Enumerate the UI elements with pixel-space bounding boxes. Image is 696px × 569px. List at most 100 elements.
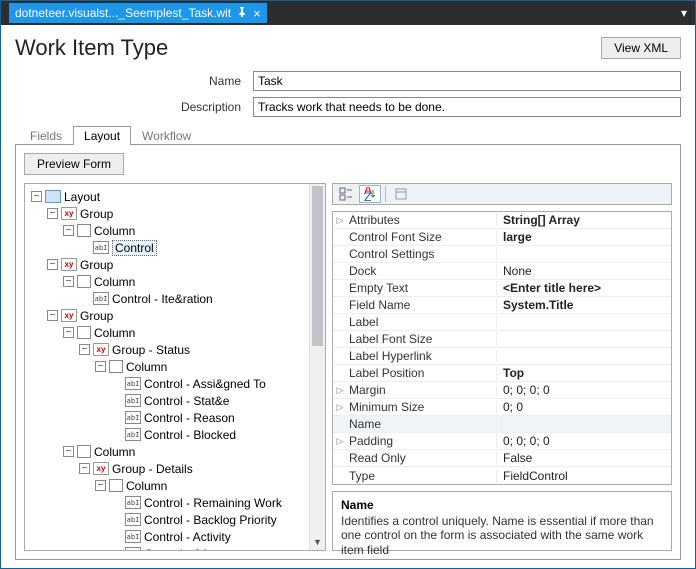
tree-node[interactable]: abIControl - Ite&ration <box>27 290 307 307</box>
property-value[interactable]: String[] Array <box>497 213 671 227</box>
tree-node[interactable]: − Column <box>27 358 307 375</box>
property-row[interactable]: Label Hyperlink <box>333 348 671 365</box>
tree-node[interactable]: −Column <box>27 273 307 290</box>
tree-node[interactable]: abIControl - Assi&gned To <box>27 375 307 392</box>
property-value[interactable]: 0; 0; 0; 0 <box>497 383 671 397</box>
tree-node[interactable]: −Column <box>27 222 307 239</box>
property-row[interactable]: Label Font Size <box>333 331 671 348</box>
tree-node-label: Group <box>80 309 113 323</box>
tab-fields[interactable]: Fields <box>19 126 73 145</box>
property-value[interactable]: 0; 0; 0; 0 <box>497 434 671 448</box>
property-row[interactable]: Control Settings <box>333 246 671 263</box>
property-row[interactable]: Empty Text<Enter title here> <box>333 280 671 297</box>
tree-node[interactable]: abIControl <box>27 239 307 256</box>
tree-node[interactable]: abIControl - Stat&e <box>27 392 307 409</box>
expand-icon[interactable]: ▷ <box>333 215 347 226</box>
ctl-icon: abI <box>125 411 141 424</box>
expand-toggle[interactable]: − <box>95 480 106 491</box>
property-row[interactable]: Name <box>333 416 671 433</box>
property-name: Control Font Size <box>347 230 497 244</box>
property-row[interactable]: Control Font Sizelarge <box>333 229 671 246</box>
tree-node[interactable]: abIControl - Blocked <box>27 426 307 443</box>
property-value[interactable]: None <box>497 264 671 278</box>
expand-toggle[interactable]: − <box>47 310 58 321</box>
expand-toggle[interactable]: − <box>31 191 42 202</box>
tabstrip: Fields Layout Workflow <box>15 125 681 145</box>
property-name: Minimum Size <box>347 400 497 414</box>
tree-node[interactable]: −xyGroup - Details <box>27 460 307 477</box>
property-value[interactable]: FieldControl <box>497 469 671 483</box>
property-row[interactable]: Label <box>333 314 671 331</box>
property-row[interactable]: ▷Margin0; 0; 0; 0 <box>333 382 671 399</box>
expand-toggle[interactable]: − <box>47 259 58 270</box>
tree-node[interactable]: −xyGroup <box>27 256 307 273</box>
property-help: Name Identifies a control uniquely. Name… <box>332 491 672 551</box>
expand-icon[interactable]: ▷ <box>333 385 347 396</box>
tree-node-label: Group <box>80 207 113 221</box>
property-row[interactable]: ▷Minimum Size0; 0 <box>333 399 671 416</box>
expand-toggle[interactable]: − <box>79 463 90 474</box>
page-title: Work Item Type <box>15 35 168 61</box>
expand-toggle[interactable]: − <box>63 225 74 236</box>
tree-node-label: Column <box>94 445 135 459</box>
tree-node[interactable]: abIControl - Activity <box>27 528 307 545</box>
tree-node[interactable]: abIControl - Remaining Work <box>27 494 307 511</box>
tree-node-label: Group - Details <box>112 462 193 476</box>
tree-node[interactable]: abIControl - &Area <box>27 545 307 550</box>
property-value[interactable]: 0; 0 <box>497 400 671 414</box>
scroll-down-icon[interactable]: ▼ <box>310 534 325 550</box>
tab-layout[interactable]: Layout <box>73 126 131 145</box>
property-row[interactable]: ▷Padding0; 0; 0; 0 <box>333 433 671 450</box>
document-tab[interactable]: dotneteer.visualst..._Seemplest_Task.wit… <box>9 3 267 23</box>
tree-node[interactable]: −xyGroup <box>27 307 307 324</box>
property-row[interactable]: TypeFieldControl <box>333 467 671 484</box>
property-value[interactable]: <Enter title here> <box>497 281 671 295</box>
tree-node[interactable]: − Column <box>27 443 307 460</box>
tab-workflow[interactable]: Workflow <box>131 126 202 145</box>
property-value[interactable]: Top <box>497 366 671 380</box>
expand-toggle[interactable]: − <box>63 276 74 287</box>
ctl-icon: abI <box>125 428 141 441</box>
close-icon[interactable]: × <box>253 7 261 20</box>
property-value[interactable]: large <box>497 230 671 244</box>
alphabetical-icon[interactable]: AZ <box>359 185 381 203</box>
layout-icon <box>45 190 61 203</box>
property-value[interactable]: False <box>497 451 671 465</box>
ctl-icon: abI <box>93 292 109 305</box>
tree-node-label: Column <box>126 360 167 374</box>
tree-node[interactable]: −Layout <box>27 188 307 205</box>
property-row[interactable]: Label PositionTop <box>333 365 671 382</box>
description-input[interactable] <box>253 97 681 117</box>
preview-form-button[interactable]: Preview Form <box>24 153 124 175</box>
expand-icon[interactable]: ▷ <box>333 436 347 447</box>
tab-dropdown-icon[interactable]: ▾ <box>681 6 695 20</box>
expand-toggle[interactable]: − <box>79 344 90 355</box>
property-pages-icon[interactable] <box>390 185 412 203</box>
scroll-thumb[interactable] <box>312 186 323 346</box>
categorized-icon[interactable] <box>335 185 357 203</box>
property-row[interactable]: Field NameSystem.Title <box>333 297 671 314</box>
tree-node[interactable]: −xyGroup <box>27 205 307 222</box>
tree-node-label: Control - Reason <box>144 411 235 425</box>
tree-node[interactable]: abIControl - Reason <box>27 409 307 426</box>
property-value[interactable]: System.Title <box>497 298 671 312</box>
tree-node[interactable]: −xyGroup - Status <box>27 341 307 358</box>
pin-icon[interactable] <box>237 6 247 20</box>
expand-icon[interactable]: ▷ <box>333 402 347 413</box>
tree-node[interactable]: −Column <box>27 477 307 494</box>
expand-toggle[interactable]: − <box>47 208 58 219</box>
expand-toggle[interactable]: − <box>63 327 74 338</box>
property-row[interactable]: ▷AttributesString[] Array <box>333 212 671 229</box>
tree-node[interactable]: abIControl - Backlog Priority <box>27 511 307 528</box>
tree-scrollbar[interactable]: ▲ ▼ <box>309 184 325 550</box>
tree-node-label: Control - Blocked <box>144 428 236 442</box>
tree-node[interactable]: −Column <box>27 324 307 341</box>
property-row[interactable]: DockNone <box>333 263 671 280</box>
expand-toggle[interactable]: − <box>63 446 74 457</box>
name-input[interactable] <box>253 71 681 91</box>
property-row[interactable]: Read OnlyFalse <box>333 450 671 467</box>
view-xml-button[interactable]: View XML <box>601 37 681 59</box>
property-name: Attributes <box>347 213 497 227</box>
expand-toggle[interactable]: − <box>95 361 106 372</box>
property-toolbar: AZ <box>332 183 672 205</box>
